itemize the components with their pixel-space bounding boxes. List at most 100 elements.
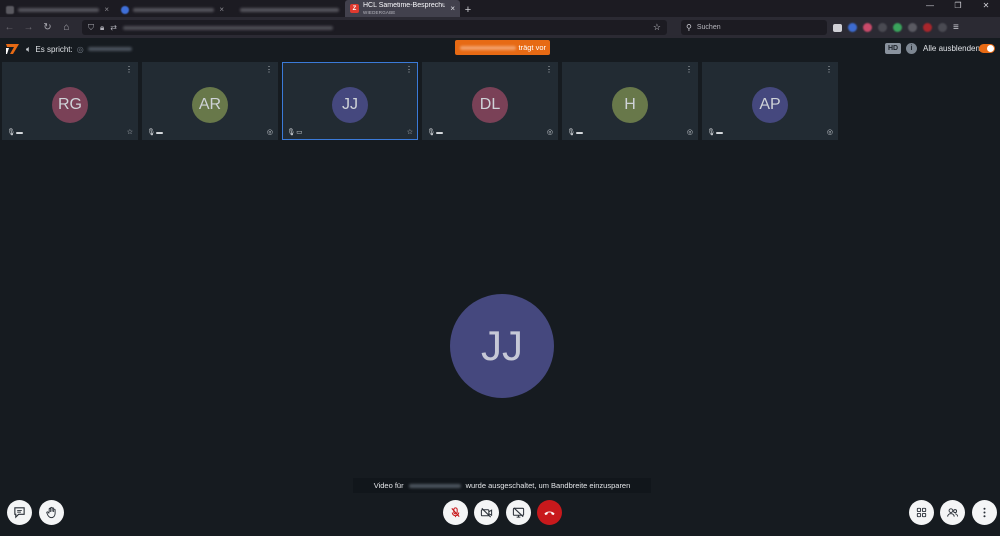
browser-tab[interactable]: × xyxy=(0,2,115,17)
browser-tab[interactable] xyxy=(230,2,345,17)
presenter-label: trägt vor xyxy=(518,43,546,52)
speaking-indicator-icon: ◎ xyxy=(76,44,84,54)
sametime-icon: Z xyxy=(350,4,359,13)
raise-hand-button[interactable] xyxy=(39,500,64,525)
url-text xyxy=(122,25,333,30)
tile-menu-icon[interactable]: ⋮ xyxy=(405,65,413,74)
extension-icon[interactable] xyxy=(848,23,857,32)
moderator-icon[interactable]: ◎ xyxy=(547,128,553,136)
shield-icon[interactable]: ⛉ xyxy=(88,23,94,33)
main-speaker-avatar: JJ xyxy=(450,294,554,398)
tab-close-icon[interactable]: × xyxy=(450,4,455,13)
more-icon xyxy=(983,507,986,518)
participants-button[interactable] xyxy=(940,500,965,525)
tile-status: 🎙︎ ▬ xyxy=(147,128,163,137)
extension-icon[interactable] xyxy=(923,23,932,32)
avatar: AP xyxy=(752,87,788,123)
tile-menu-icon[interactable]: ⋮ xyxy=(125,65,133,74)
reload-icon[interactable]: ↻ xyxy=(38,22,57,33)
hangup-button[interactable] xyxy=(537,500,562,525)
tile-status: 🎙︎ ▬ xyxy=(707,128,723,137)
participant-tile[interactable]: ⋮ H 🎙︎ ▬ ◎ xyxy=(562,62,698,140)
tile-menu-icon[interactable]: ⋮ xyxy=(545,65,553,74)
participant-strip: ⋮ RG 🎙︎ ▬ ☆ ⋮ AR 🎙︎ ▬ ◎ ⋮ JJ 🎙︎ ▭ ☆ ⋮ DL 🎙︎… xyxy=(2,62,838,140)
tile-status: 🎙︎ ▬ xyxy=(567,128,583,137)
lock-icon[interactable]: 🔒︎ xyxy=(100,23,104,33)
extension-icon[interactable] xyxy=(863,23,872,32)
more-button[interactable] xyxy=(972,500,997,525)
moderator-icon[interactable]: ◎ xyxy=(687,128,693,136)
chat-button[interactable] xyxy=(7,500,32,525)
mic-off-icon: 🎙︎ xyxy=(147,129,156,136)
meeting-header: 🔈︎ Es spricht: ◎ trägt vor HD i Alle aus… xyxy=(0,38,1000,60)
presenter-name xyxy=(460,46,516,50)
tile-menu-icon[interactable]: ⋮ xyxy=(685,65,693,74)
chat-icon xyxy=(14,507,25,519)
tab-close-icon[interactable]: × xyxy=(219,5,224,14)
forward-icon[interactable]: → xyxy=(19,22,38,33)
mic-off-icon xyxy=(451,507,460,518)
raise-hand-icon xyxy=(46,506,56,519)
hangup-icon xyxy=(544,511,555,516)
participant-tile-active[interactable]: ⋮ JJ 🎙︎ ▭ ☆ xyxy=(282,62,418,140)
tab-close-icon[interactable]: × xyxy=(104,5,109,14)
extensions-toolbar xyxy=(833,23,947,32)
bookmark-star-icon[interactable]: ☆ xyxy=(653,22,661,33)
home-icon[interactable]: ⌂ xyxy=(57,22,76,33)
mic-off-icon: 🎙︎ xyxy=(287,129,296,136)
camera-off-icon xyxy=(480,507,493,518)
presenter-badge[interactable]: trägt vor xyxy=(455,40,550,55)
avatar: DL xyxy=(472,87,508,123)
extension-icon[interactable] xyxy=(938,23,947,32)
address-bar[interactable]: ⛉ 🔒︎ ⇄ ☆ xyxy=(82,20,667,35)
tile-status: 🎙︎ ▭ xyxy=(287,128,302,136)
star-icon[interactable]: ☆ xyxy=(407,128,413,136)
avatar: JJ xyxy=(332,87,368,123)
notice-prefix: Video für xyxy=(373,481,404,490)
participant-tile[interactable]: ⋮ DL 🎙︎ ▬ ◎ xyxy=(422,62,558,140)
search-input[interactable]: ⚲ Suchen xyxy=(681,20,827,35)
tab-title: HCL Sametime-Besprechungen xyxy=(363,1,446,9)
mic-off-icon: 🎙︎ xyxy=(7,129,16,136)
camera-off-icon: ▬ xyxy=(436,128,443,136)
back-icon[interactable]: ← xyxy=(0,22,19,33)
close-window-icon[interactable]: ✕ xyxy=(972,0,1000,12)
tile-menu-icon[interactable]: ⋮ xyxy=(825,65,833,74)
hd-badge[interactable]: HD xyxy=(885,43,901,54)
speaking-name xyxy=(87,47,132,51)
tile-menu-icon[interactable]: ⋮ xyxy=(265,65,273,74)
participant-tile[interactable]: ⋮ RG 🎙︎ ▬ ☆ xyxy=(2,62,138,140)
layout-grid-icon xyxy=(916,507,927,518)
layout-button[interactable] xyxy=(909,500,934,525)
camera-off-icon: ▬ xyxy=(716,128,723,136)
screen-share-off-icon xyxy=(512,507,525,518)
window-controls: — ❐ ✕ xyxy=(916,0,1000,12)
browser-tab-active[interactable]: Z HCL Sametime-Besprechungen WIEDERGABE … xyxy=(345,0,460,17)
avatar: H xyxy=(612,87,648,123)
info-icon[interactable]: i xyxy=(906,43,917,54)
hide-all-toggle[interactable] xyxy=(979,44,995,53)
pocket-icon[interactable] xyxy=(833,23,842,32)
camera-toggle-button[interactable] xyxy=(474,500,499,525)
bandwidth-notice: Video für wurde ausgeschaltet, um Bandbr… xyxy=(353,478,651,493)
participant-tile[interactable]: ⋮ AP 🎙︎ ▬ ◎ xyxy=(702,62,838,140)
search-icon: ⚲ xyxy=(686,23,692,32)
browser-tab-strip: × × Z HCL Sametime-Besprechungen WIEDERG… xyxy=(0,0,1000,17)
star-icon[interactable]: ☆ xyxy=(127,128,133,136)
mic-off-icon: 🎙︎ xyxy=(427,129,436,136)
moderator-icon[interactable]: ◎ xyxy=(267,128,273,136)
moderator-icon[interactable]: ◎ xyxy=(827,128,833,136)
new-tab-button[interactable]: + xyxy=(460,2,476,17)
browser-tab[interactable]: × xyxy=(115,2,230,17)
extension-icon[interactable] xyxy=(878,23,887,32)
extension-icon[interactable] xyxy=(908,23,917,32)
minimize-icon[interactable]: — xyxy=(916,0,944,12)
restore-icon[interactable]: ❐ xyxy=(944,0,972,12)
extension-icon[interactable] xyxy=(893,23,902,32)
screen-share-button[interactable] xyxy=(506,500,531,525)
sametime-logo-icon xyxy=(6,44,19,54)
hamburger-menu-icon[interactable]: ≡ xyxy=(953,22,959,33)
mic-toggle-button[interactable] xyxy=(443,500,468,525)
participant-tile[interactable]: ⋮ AR 🎙︎ ▬ ◎ xyxy=(142,62,278,140)
permissions-icon[interactable]: ⇄ xyxy=(110,23,117,32)
